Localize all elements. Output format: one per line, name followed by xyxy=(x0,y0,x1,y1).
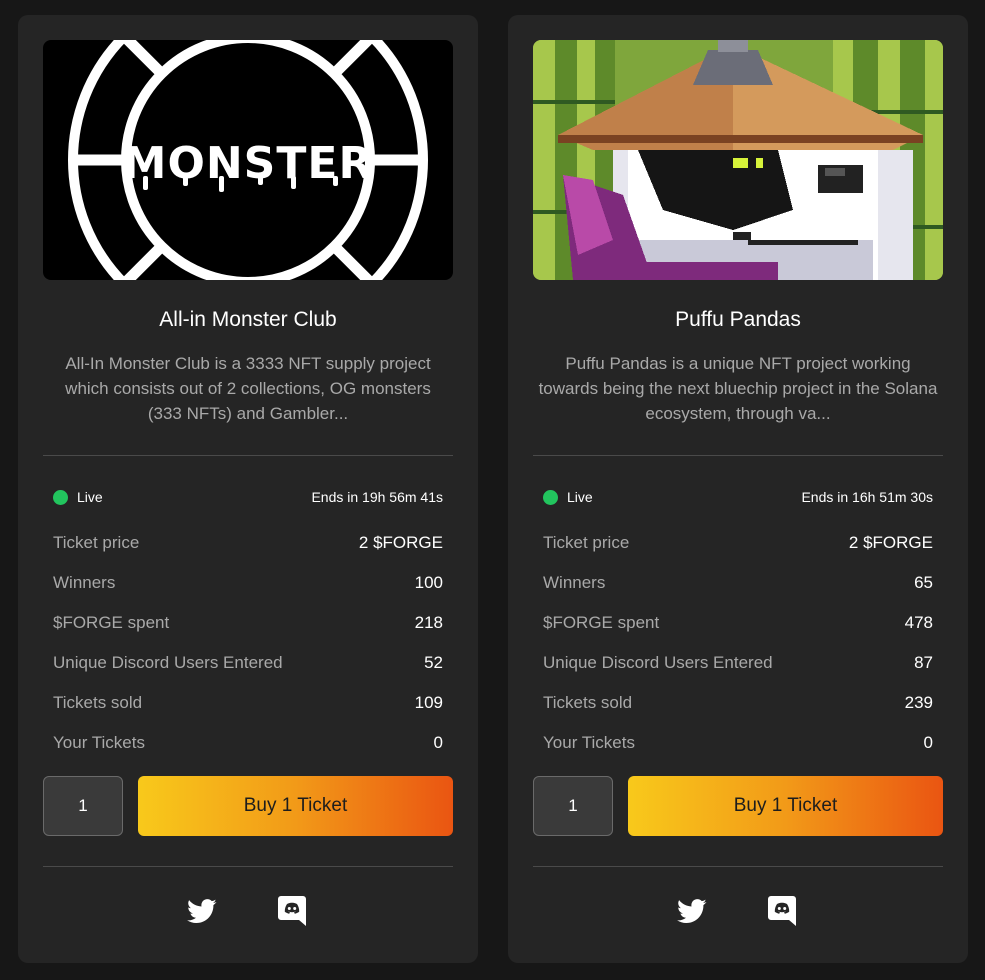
countdown: Ends in 19h 56m 41s xyxy=(311,489,443,505)
stat-value: 0 xyxy=(433,733,443,752)
nft-image xyxy=(533,40,943,280)
stat-value: 87 xyxy=(914,653,933,672)
stat-label: Unique Discord Users Entered xyxy=(543,653,773,672)
stat-row-unique-users: Unique Discord Users Entered 87 xyxy=(543,643,933,683)
stats-list: Ticket price 2 $FORGE Winners 100 $FORGE… xyxy=(53,523,443,763)
divider xyxy=(533,455,943,456)
stat-value: 2 $FORGE xyxy=(358,533,443,552)
monster-logo-image: MONSTER xyxy=(43,40,453,280)
stat-row-winners: Winners 100 xyxy=(53,563,443,603)
stat-label: $FORGE spent xyxy=(53,613,170,632)
divider xyxy=(43,866,453,867)
divider xyxy=(43,455,453,456)
live-indicator-icon xyxy=(53,490,68,505)
stat-label: Unique Discord Users Entered xyxy=(53,653,283,672)
stats-list: Ticket price 2 $FORGE Winners 65 $FORGE … xyxy=(543,523,933,763)
status-label: Live xyxy=(567,489,593,505)
stat-row-ticket-price: Ticket price 2 $FORGE xyxy=(53,523,443,563)
ticket-quantity-input[interactable] xyxy=(533,776,613,836)
stat-row-tickets-sold: Tickets sold 109 xyxy=(53,683,443,723)
twitter-icon[interactable] xyxy=(676,895,708,927)
stat-row-your-tickets: Your Tickets 0 xyxy=(53,723,443,763)
nft-image: MONSTER xyxy=(43,40,453,280)
stat-row-ticket-price: Ticket price 2 $FORGE xyxy=(543,523,933,563)
twitter-icon[interactable] xyxy=(186,895,218,927)
stat-row-tickets-sold: Tickets sold 239 xyxy=(543,683,933,723)
stat-value: 109 xyxy=(414,693,443,712)
stat-label: Ticket price xyxy=(543,533,630,552)
stat-row-forge-spent: $FORGE spent 478 xyxy=(543,603,933,643)
live-indicator-icon xyxy=(543,490,558,505)
stat-label: $FORGE spent xyxy=(543,613,660,632)
raffle-title: Puffu Pandas xyxy=(675,308,801,331)
discord-icon[interactable] xyxy=(276,895,308,927)
buy-ticket-button[interactable]: Buy 1 Ticket xyxy=(628,776,943,836)
stat-label: Your Tickets xyxy=(53,733,145,752)
stat-row-winners: Winners 65 xyxy=(543,563,933,603)
stat-value: 239 xyxy=(904,693,933,712)
stat-label: Tickets sold xyxy=(53,693,143,712)
stat-row-your-tickets: Your Tickets 0 xyxy=(543,723,933,763)
stat-label: Your Tickets xyxy=(543,733,635,752)
discord-icon[interactable] xyxy=(766,895,798,927)
stat-value: 0 xyxy=(923,733,933,752)
status-label: Live xyxy=(77,489,103,505)
raffle-description: Puffu Pandas is a unique NFT project wor… xyxy=(538,354,938,423)
stat-value: 2 $FORGE xyxy=(848,533,933,552)
buy-ticket-button[interactable]: Buy 1 Ticket xyxy=(138,776,453,836)
stat-value: 100 xyxy=(414,573,443,592)
raffle-description: All-In Monster Club is a 3333 NFT supply… xyxy=(65,354,431,423)
stat-label: Tickets sold xyxy=(543,693,633,712)
ticket-quantity-input[interactable] xyxy=(43,776,123,836)
stat-row-forge-spent: $FORGE spent 218 xyxy=(53,603,443,643)
stat-row-unique-users: Unique Discord Users Entered 52 xyxy=(53,643,443,683)
raffle-title: All-in Monster Club xyxy=(159,308,337,331)
stat-value: 218 xyxy=(414,613,443,632)
raffle-card: Puffu Pandas Puffu Pandas is a unique NF… xyxy=(508,15,968,963)
stat-label: Winners xyxy=(543,573,606,592)
stat-value: 52 xyxy=(424,653,443,672)
stat-value: 65 xyxy=(914,573,933,592)
raffle-status: Live Ends in 19h 56m 41s xyxy=(53,487,443,509)
raffle-card: MONSTER All-in Monster Club All-In Monst… xyxy=(18,15,478,963)
stat-label: Ticket price xyxy=(53,533,140,552)
divider xyxy=(533,866,943,867)
stat-value: 478 xyxy=(904,613,933,632)
countdown: Ends in 16h 51m 30s xyxy=(801,489,933,505)
stat-label: Winners xyxy=(53,573,116,592)
panda-art-image xyxy=(533,40,943,280)
raffle-status: Live Ends in 16h 51m 30s xyxy=(543,487,933,509)
